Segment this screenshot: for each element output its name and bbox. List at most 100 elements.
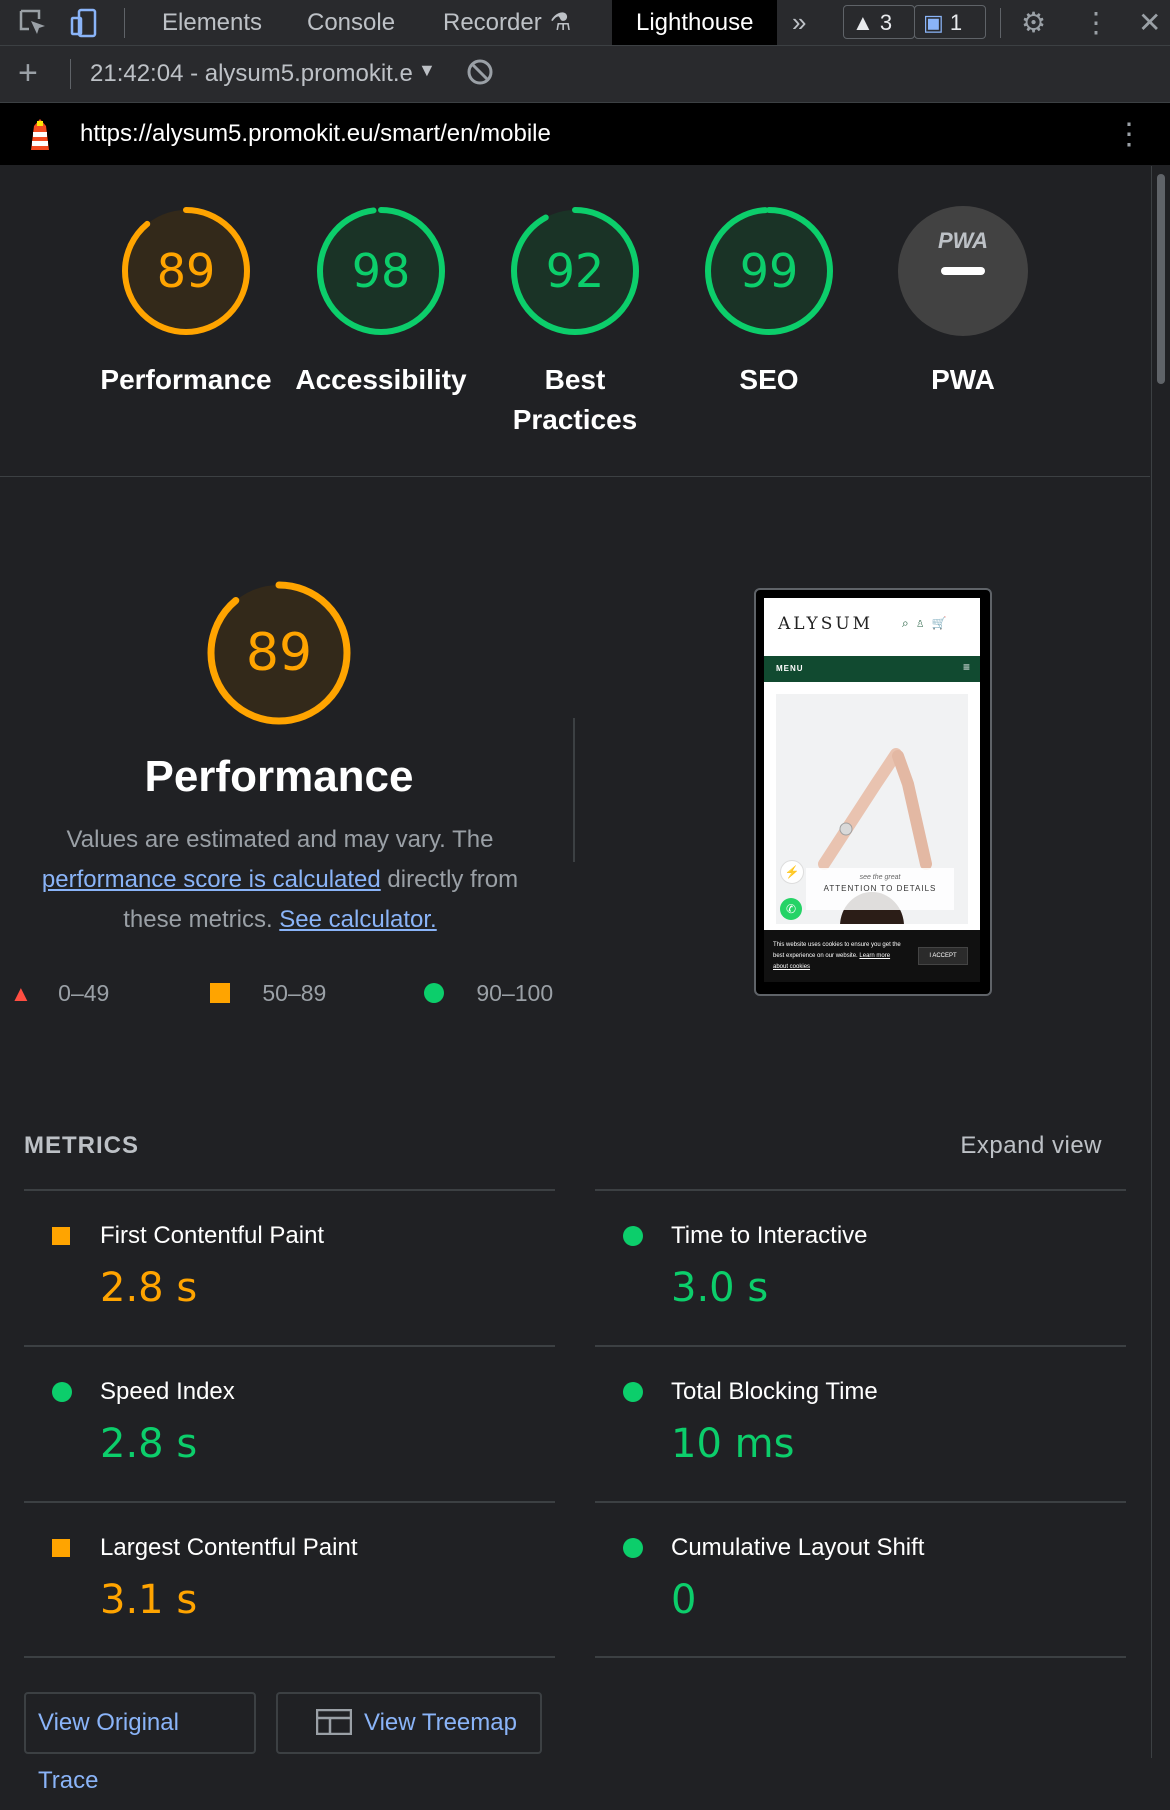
metric-value: 10 ms [671, 1421, 795, 1467]
screenshot-header-icons: ⌕ ♙ 🛒 [902, 616, 947, 630]
gauge-score: 92 [545, 244, 605, 298]
gauge-label-line2: Practices [512, 404, 638, 435]
metric-divider [24, 1345, 555, 1347]
metric-value: 2.8 s [100, 1421, 198, 1467]
gauge-best-practices[interactable]: 92 Best Practices [485, 206, 665, 440]
metrics-heading: METRICS [24, 1132, 139, 1159]
gauge-pwa[interactable]: PWA PWA [873, 206, 1053, 400]
inspect-element-icon[interactable] [18, 8, 48, 38]
metric-name: Speed Index [100, 1378, 235, 1405]
performance-gauge: 89 [206, 580, 352, 726]
vertical-scrollbar[interactable] [1151, 166, 1170, 1758]
view-treemap-label: View Treemap [364, 1709, 517, 1736]
lighthouse-report-bar: + 21:42:04 - alysum5.promokit.e ▼ [0, 46, 1170, 103]
performance-description: Values are estimated and may vary. The p… [30, 820, 530, 940]
screenshot-menu-bar: MENU ≡ [764, 656, 980, 682]
lighthouse-logo-icon [26, 116, 54, 157]
gauge-score: 99 [739, 244, 799, 298]
device-toolbar-icon[interactable] [70, 8, 100, 38]
more-options-icon[interactable]: ⋮ [1082, 8, 1112, 38]
view-original-trace-button[interactable]: View Original Trace [24, 1692, 256, 1794]
gauge-label: Performance [100, 364, 272, 395]
orange-square-icon [52, 1227, 70, 1245]
desc-text: Values are estimated and may vary. The [66, 826, 494, 853]
messenger-icon: ⚡ [780, 860, 804, 884]
treemap-icon [315, 1699, 353, 1757]
final-screenshot[interactable]: ALYSUM ⌕ ♙ 🛒 MENU ≡ see the great ATTENT… [754, 588, 992, 996]
pwa-badge-icon: PWA [937, 228, 989, 253]
screenshot-brand: ALYSUM [778, 614, 874, 634]
cookie-accept-button: I ACCEPT [918, 947, 968, 965]
warnings-badge[interactable]: ▲ 3 [843, 5, 915, 39]
tab-console[interactable]: Console [307, 0, 395, 45]
new-report-icon[interactable]: + [18, 54, 38, 93]
view-treemap-button[interactable]: View Treemap [276, 1692, 542, 1754]
close-icon[interactable]: ✕ [1138, 8, 1168, 38]
cookie-text: This website uses cookies to ensure you … [773, 940, 903, 973]
screenshot-headline: ATTENTION TO DETAILS [823, 884, 937, 893]
see-calculator-link[interactable]: See calculator. [279, 906, 436, 933]
gauge-accessibility[interactable]: 98 Accessibility [291, 206, 471, 400]
report-url[interactable]: https://alysum5.promokit.eu/smart/en/mob… [80, 120, 551, 148]
whatsapp-icon: ✆ [780, 898, 802, 920]
toolbar-divider [70, 59, 71, 89]
gauge-label: Accessibility [295, 364, 467, 395]
screenshot-tagline: see the great [859, 874, 901, 881]
performance-score: 89 [245, 623, 313, 683]
message-icon: ▣ [923, 10, 944, 35]
toolbar-divider [124, 8, 125, 38]
tab-elements[interactable]: Elements [162, 0, 262, 45]
screenshot-cookie-banner: This website uses cookies to ensure you … [764, 930, 980, 982]
flask-icon: ⚗ [549, 9, 572, 36]
gauge-score: 98 [351, 244, 411, 298]
screenshot-menu: MENU [776, 664, 804, 673]
metric-name: Cumulative Layout Shift [671, 1534, 925, 1561]
metric-divider [595, 1656, 1126, 1658]
gauge-seo[interactable]: 99 SEO [679, 206, 859, 400]
legend-range: 90–100 [476, 980, 554, 1006]
messages-count: 1 [949, 10, 963, 35]
performance-title: Performance [144, 752, 414, 801]
orange-square-icon [210, 983, 230, 1003]
legend-range: 50–89 [262, 980, 327, 1006]
settings-gear-icon[interactable]: ⚙ [1021, 8, 1051, 38]
tab-lighthouse[interactable]: Lighthouse [612, 0, 778, 45]
pwa-dash-icon [941, 267, 985, 275]
more-tabs-icon[interactable]: » [792, 0, 806, 45]
metric-divider [24, 1189, 555, 1191]
messages-badge[interactable]: ▣ 1 [914, 5, 986, 39]
report-menu-icon[interactable]: ⋮ [1114, 117, 1144, 152]
tab-recorder[interactable]: Recorder ⚗ [443, 0, 571, 45]
gauge-label: Best Practices [485, 360, 665, 440]
gauge-label: PWA [931, 364, 995, 395]
hamburger-icon: ≡ [962, 660, 970, 674]
green-circle-icon [623, 1226, 643, 1246]
green-circle-icon [424, 983, 444, 1003]
legend-average: 50–89 [210, 980, 326, 1007]
metric-divider [595, 1345, 1126, 1347]
green-circle-icon [623, 1382, 643, 1402]
score-calculated-link[interactable]: performance score is calculated [42, 866, 381, 893]
red-triangle-icon: ▲ [10, 981, 32, 1006]
gauge-performance[interactable]: 89 Performance [96, 206, 276, 400]
clear-reports-icon[interactable] [466, 58, 494, 91]
report-select[interactable]: 21:42:04 - alysum5.promokit.e [90, 60, 413, 88]
metric-value: 2.8 s [100, 1265, 198, 1311]
warnings-count: 3 [879, 10, 893, 35]
scrollbar-thumb[interactable] [1157, 174, 1165, 384]
tab-recorder-label: Recorder [443, 9, 542, 36]
chevron-down-icon[interactable]: ▼ [418, 60, 436, 81]
screenshot-page: ALYSUM ⌕ ♙ 🛒 MENU ≡ see the great ATTENT… [764, 598, 980, 982]
metric-divider [595, 1501, 1126, 1503]
expand-view-toggle[interactable]: Expand view [960, 1132, 1102, 1160]
gauge-label-line1: Best [544, 364, 606, 395]
green-circle-icon [52, 1382, 72, 1402]
section-divider [0, 476, 1150, 477]
report-url-bar: https://alysum5.promokit.eu/smart/en/mob… [0, 103, 1170, 165]
green-circle-icon [623, 1538, 643, 1558]
metric-name: Total Blocking Time [671, 1378, 878, 1405]
metric-divider [595, 1189, 1126, 1191]
orange-square-icon [52, 1539, 70, 1557]
metric-value: 0 [671, 1577, 697, 1623]
gauge-label: SEO [739, 364, 799, 395]
